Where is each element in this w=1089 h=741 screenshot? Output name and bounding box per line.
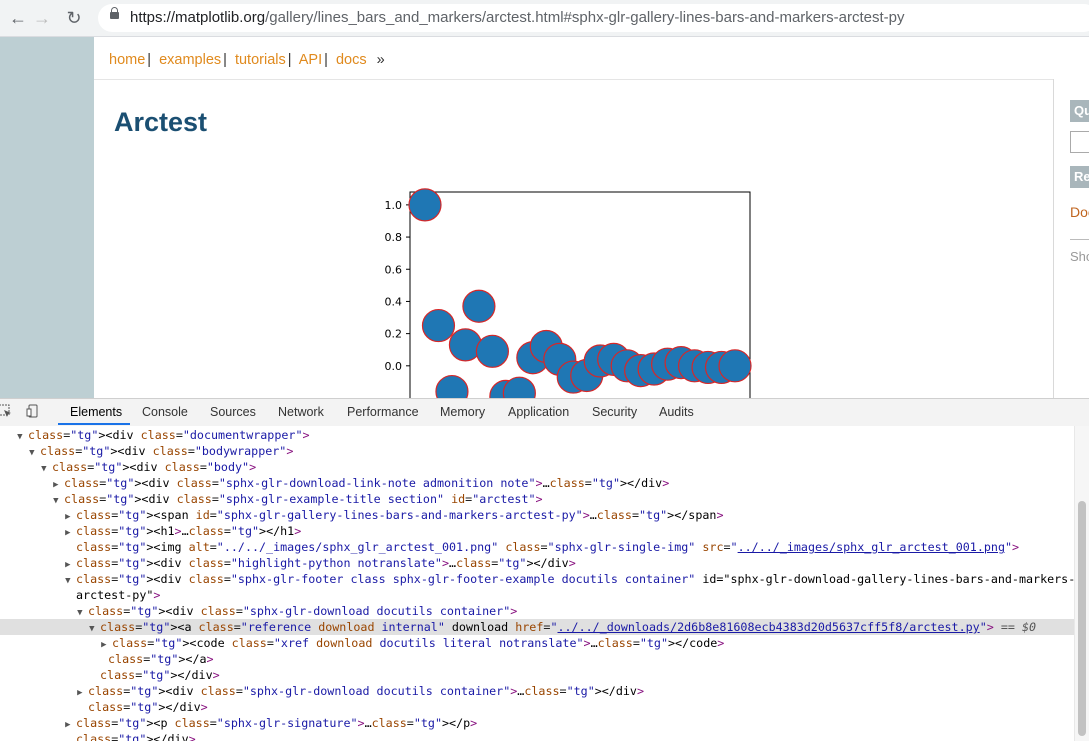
devtools-tab-performance[interactable]: Performance (347, 405, 419, 419)
y-tick-label: 0.8 (385, 231, 403, 244)
nav-separator: | (147, 52, 152, 68)
device-toolbar-icon[interactable] (26, 404, 40, 418)
devtools-tab-console[interactable]: Console (142, 405, 188, 419)
back-arrow-icon[interactable]: ← (6, 6, 30, 30)
y-tick-label: 0.2 (385, 328, 403, 341)
nav-separator: | (287, 52, 292, 68)
dom-node-line[interactable]: ▼ class="tg"><div class="sphx-glr-exampl… (0, 491, 542, 507)
dom-node-line[interactable]: ▶ class="tg"><span id="sphx-glr-gallery-… (0, 507, 723, 523)
forward-arrow-icon[interactable]: → (30, 6, 54, 30)
nav-end-chevron: » (376, 52, 385, 68)
devtools-tabbar: Elements Console Sources Network Performance… (0, 398, 1089, 427)
dom-node-line[interactable]: ▼ class="tg"><div class="documentwrapper… (0, 427, 309, 443)
nav-separator: | (324, 52, 328, 68)
active-tab-indicator (58, 423, 130, 425)
inspect-element-icon[interactable] (0, 404, 12, 418)
url-path: /gallery/lines_bars_and_markers/arctest.… (265, 9, 905, 26)
scatter-point (408, 188, 442, 222)
scrollbar-thumb[interactable] (1078, 501, 1086, 736)
url-text: https://matplotlib.org/gallery/lines_bar… (130, 9, 904, 26)
devtools-tab-memory[interactable]: Memory (440, 405, 485, 419)
y-tick-label: 0.6 (385, 263, 403, 276)
dom-node-line[interactable]: ▶ class="tg"><div class="highlight-pytho… (0, 555, 576, 571)
devtools-tab-application[interactable]: Application (508, 405, 569, 419)
scatter-point (462, 289, 496, 323)
y-tick-label: 0.0 (385, 360, 403, 373)
sidebar-button-1[interactable]: Qu (1070, 100, 1089, 122)
devtools-tab-elements[interactable]: Elements (70, 405, 122, 419)
dom-node-line[interactable]: ▶ class="tg"><code class="xref download … (0, 635, 724, 651)
dom-node-line[interactable]: ▼ class="tg"><div class="sphx-glr-downlo… (0, 603, 517, 619)
browser-toolbar: ← → ↻ https://matplotlib.org/gallery/lin… (0, 0, 1089, 37)
page-title: Arctest (114, 107, 208, 137)
elements-tree: ▼ class="tg"><div class="documentwrapper… (0, 426, 1074, 741)
scatter-point (421, 308, 456, 343)
dom-node-line[interactable]: class="tg"></div> (0, 667, 220, 683)
dom-node-line[interactable]: ▼ class="tg"><div class="sphx-glr-footer… (0, 571, 1074, 587)
dom-node-line[interactable]: ▶ class="tg"><h1>…class="tg"></h1> (0, 523, 301, 539)
sidebar-button-2[interactable]: Re (1070, 166, 1089, 188)
devtools-tab-sources[interactable]: Sources (210, 405, 256, 419)
page-viewport: home | examples | tutorials | API | docs » A… (0, 37, 1089, 398)
right-sidebar: Qu Re Doc Sho (1053, 79, 1089, 398)
dom-node-line[interactable]: ▼ class="tg"><div class="bodywrapper"> (0, 443, 293, 459)
nav-examples[interactable]: examples (159, 52, 221, 68)
url-host: https://matplotlib.org (130, 9, 266, 26)
nav-docs[interactable]: docs (336, 52, 367, 68)
top-navigation: home | examples | tutorials | API | docs » (94, 37, 1089, 80)
scatter-point (475, 334, 509, 368)
arctest-chart: 1.0 0.8 0.6 0.4 0.2 0.0 (385, 188, 752, 398)
dom-node-line[interactable]: class="tg"></div> (0, 699, 208, 715)
nav-tutorials[interactable]: tutorials (235, 52, 286, 68)
sidebar-divider (1070, 239, 1089, 240)
address-bar[interactable]: https://matplotlib.org/gallery/lines_bar… (98, 4, 1089, 32)
y-tick-label: 1.0 (385, 199, 403, 212)
dom-node-line[interactable]: ▼ class="tg"><div class="body"> (0, 459, 256, 475)
devtools-tab-audits[interactable]: Audits (659, 405, 694, 419)
lock-icon (110, 7, 119, 19)
sidebar-search-input[interactable] (1070, 131, 1089, 153)
dom-node-line[interactable]: class="tg"></div> (0, 731, 196, 741)
sidebar-text: Sho (1070, 249, 1089, 264)
dom-node-line[interactable]: class="tg"><img alt="../../_images/sphx_… (0, 539, 1019, 555)
dom-node-line[interactable]: ▶ class="tg"><div class="sphx-glr-downlo… (0, 475, 669, 491)
dom-node-line[interactable]: ▶ class="tg"><p class="sphx-glr-signatur… (0, 715, 477, 731)
dom-node-line[interactable]: class="tg"></a> (0, 651, 214, 667)
nav-separator: | (223, 52, 227, 68)
devtools-scrollbar[interactable] (1074, 426, 1089, 741)
y-tick-label: 0.4 (385, 295, 403, 308)
sidebar-link[interactable]: Doc (1070, 204, 1089, 220)
devtools-tab-security[interactable]: Security (592, 405, 637, 419)
dom-node-line[interactable]: ▶ class="tg"><div class="sphx-glr-downlo… (0, 683, 644, 699)
reload-icon[interactable]: ↻ (62, 6, 86, 30)
dom-node-line[interactable]: arctest-py"> (0, 587, 160, 603)
dom-node-line[interactable]: ▼ class="tg"><a class="reference downloa… (0, 619, 1074, 635)
scatter-point (718, 349, 752, 383)
left-margin-bar (0, 37, 94, 398)
nav-api[interactable]: API (299, 52, 322, 68)
nav-home[interactable]: home (109, 52, 145, 68)
devtools-tab-network[interactable]: Network (278, 405, 324, 419)
